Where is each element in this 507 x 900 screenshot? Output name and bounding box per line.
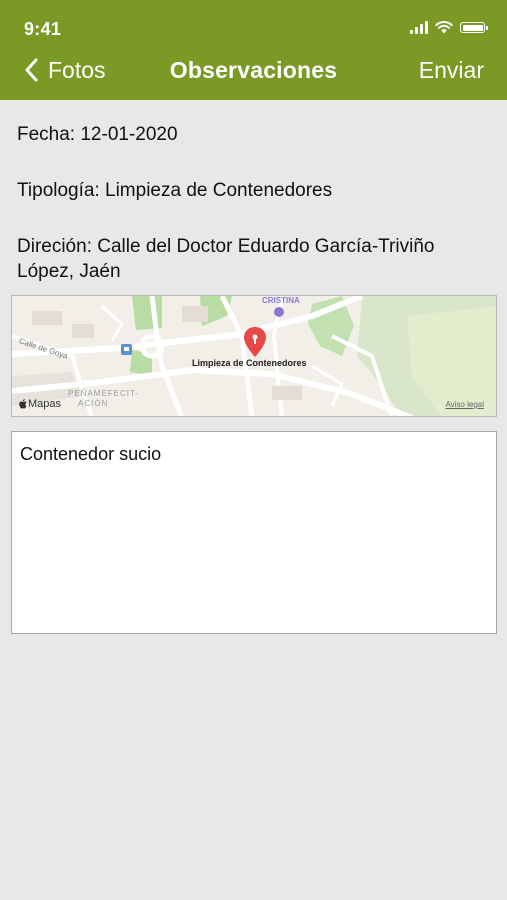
address-field: Direción: Calle del Doctor Eduardo Garcí… [17,236,435,282]
battery-icon [460,22,488,33]
map-pin-label: Limpieza de Contenedores [192,358,307,368]
date-field: Fecha: 12-01-2020 [17,124,178,145]
maps-provider-label: Mapas [28,398,62,410]
status-icons [410,21,488,34]
observations-textarea[interactable]: Contenedor sucio [11,431,497,634]
wifi-icon [435,21,453,34]
app-header: 9:41 Fotos Observaciones Enviar [0,0,507,100]
navigation-bar: Fotos Observaciones Enviar [0,50,507,94]
cellular-signal-icon [410,21,428,34]
legal-notice-link[interactable]: Aviso legal [445,400,484,409]
district-label-cristina: CRISTINA [262,296,300,305]
status-time: 9:41 [24,19,62,39]
map-pin-icon[interactable] [243,326,267,358]
district-label-acion: ACIÓN [78,399,109,408]
apple-maps-logo: Mapas [19,398,61,410]
type-field: Tipología: Limpieza de Contenedores [17,180,333,201]
apple-logo-icon [19,399,27,409]
district-label-penamefecit: PEÑAMEFECIT- [68,389,140,398]
location-map[interactable]: Calle de Goya CRISTINA PEÑAMEFECIT- ACIÓ… [11,295,497,417]
status-bar: 9:41 [0,0,507,50]
send-button[interactable]: Enviar [419,57,484,84]
